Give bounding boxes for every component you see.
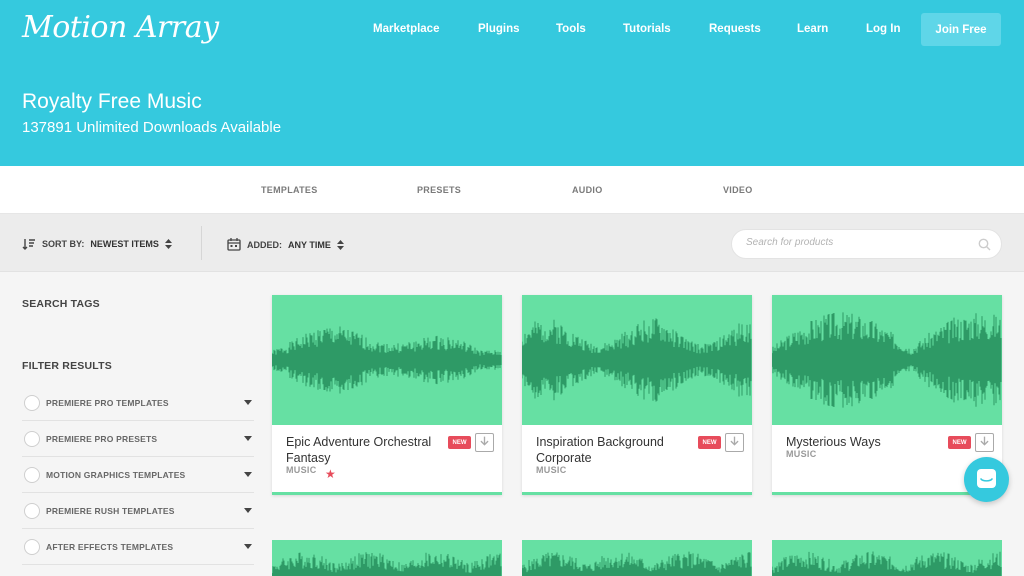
page-subtitle: 137891 Unlimited Downloads Available xyxy=(22,119,282,136)
download-icon[interactable] xyxy=(475,433,494,452)
chat-button[interactable] xyxy=(964,457,1009,502)
sort-dropdown[interactable]: SORT BY: NEWEST ITEMS xyxy=(22,238,172,250)
nav-plugins[interactable]: Plugins xyxy=(478,23,520,35)
tab-presets[interactable]: PRESETS xyxy=(417,185,461,195)
category-tabs: TEMPLATES PRESETS AUDIO VIDEO xyxy=(0,166,1024,214)
sort-label: SORT BY: xyxy=(42,239,85,249)
nav-requests[interactable]: Requests xyxy=(709,23,761,35)
waveform-graphic xyxy=(771,312,1002,408)
chevron-down-icon[interactable] xyxy=(244,472,252,477)
waveform-thumbnail[interactable] xyxy=(521,295,752,425)
radio-button[interactable] xyxy=(24,430,40,447)
waveform-thumbnail[interactable] xyxy=(771,295,1002,425)
added-label: ADDED: xyxy=(247,239,282,250)
sort-icon xyxy=(22,239,35,250)
added-dropdown[interactable]: ADDED: ANY TIME xyxy=(227,238,344,251)
filter-label: PREMIERE RUSH TEMPLATES xyxy=(46,505,175,516)
tab-templates[interactable]: TEMPLATES xyxy=(261,185,318,195)
added-value: ANY TIME xyxy=(288,239,331,250)
tab-audio[interactable]: AUDIO xyxy=(572,185,603,195)
nav-marketplace[interactable]: Marketplace xyxy=(373,23,439,35)
product-card[interactable]: Epic Adventure Orchestral Fantasy MUSIC … xyxy=(271,295,502,495)
tab-video[interactable]: VIDEO xyxy=(723,185,753,195)
calendar-icon xyxy=(227,238,241,251)
new-badge: NEW xyxy=(448,436,471,449)
chevron-down-icon[interactable] xyxy=(244,400,252,405)
filter-premiere-pro-presets[interactable]: PREMIERE PRO PRESETS xyxy=(22,421,254,457)
filter-label: PREMIERE PRO TEMPLATES xyxy=(46,397,169,408)
card-title[interactable]: Epic Adventure Orchestral Fantasy xyxy=(286,434,446,466)
new-badge: NEW xyxy=(948,436,971,449)
chevron-down-icon[interactable] xyxy=(244,508,252,513)
filter-label: MOTION GRAPHICS TEMPLATES xyxy=(46,469,186,480)
updown-icon xyxy=(336,239,344,250)
waveform-graphic xyxy=(771,551,1002,576)
nav-tools[interactable]: Tools xyxy=(556,23,586,35)
join-free-button[interactable]: Join Free xyxy=(921,13,1001,46)
logo[interactable]: Motion Array xyxy=(22,10,219,45)
waveform-graphic xyxy=(521,551,752,576)
filter-after-effects-templates[interactable]: AFTER EFFECTS TEMPLATES xyxy=(22,529,254,565)
filter-motion-graphics-templates[interactable]: MOTION GRAPHICS TEMPLATES xyxy=(22,457,254,493)
radio-button[interactable] xyxy=(24,538,40,555)
hero-header: Motion Array Marketplace Plugins Tools T… xyxy=(0,0,1024,166)
waveform-graphic xyxy=(521,318,752,402)
filter-premiere-rush-templates[interactable]: PREMIERE RUSH TEMPLATES xyxy=(22,493,254,529)
chat-icon xyxy=(977,469,996,488)
new-badge: NEW xyxy=(698,436,721,449)
search-input[interactable] xyxy=(746,237,966,248)
card-category: MUSIC xyxy=(536,465,567,475)
nav-login[interactable]: Log In xyxy=(866,23,901,35)
filter-label: PREMIERE PRO PRESETS xyxy=(46,433,158,444)
nav-learn[interactable]: Learn xyxy=(797,23,828,35)
search-box xyxy=(731,229,1002,259)
waveform-graphic xyxy=(271,326,502,394)
sort-value: NEWEST ITEMS xyxy=(90,239,159,249)
card-accent-line xyxy=(522,492,752,495)
filter-premiere-pro-templates[interactable]: PREMIERE PRO TEMPLATES xyxy=(22,385,254,421)
card-category: MUSIC xyxy=(286,465,317,475)
radio-button[interactable] xyxy=(24,502,40,519)
search-tags-heading[interactable]: SEARCH TAGS xyxy=(22,298,100,310)
download-icon[interactable] xyxy=(975,433,994,452)
radio-button[interactable] xyxy=(24,394,40,411)
card-category: MUSIC xyxy=(786,449,817,459)
product-card[interactable] xyxy=(771,540,1002,576)
star-icon[interactable]: ★ xyxy=(325,467,336,481)
updown-icon xyxy=(164,239,172,249)
card-title[interactable]: Mysterious Ways xyxy=(786,434,946,450)
radio-button[interactable] xyxy=(24,466,40,483)
filter-results-heading: FILTER RESULTS xyxy=(22,360,112,372)
product-card[interactable] xyxy=(521,540,752,576)
page-title: Royalty Free Music xyxy=(22,90,202,113)
nav-tutorials[interactable]: Tutorials xyxy=(623,23,671,35)
product-card[interactable] xyxy=(271,540,502,576)
product-card[interactable]: Inspiration Background Corporate MUSIC N… xyxy=(521,295,752,495)
filter-label: AFTER EFFECTS TEMPLATES xyxy=(46,541,174,552)
download-icon[interactable] xyxy=(725,433,744,452)
card-accent-line xyxy=(272,492,502,495)
search-icon[interactable] xyxy=(978,238,991,251)
waveform-graphic xyxy=(271,552,502,576)
chevron-down-icon[interactable] xyxy=(244,544,252,549)
card-title[interactable]: Inspiration Background Corporate xyxy=(536,434,696,466)
divider xyxy=(201,226,202,260)
chevron-down-icon[interactable] xyxy=(244,436,252,441)
waveform-thumbnail[interactable] xyxy=(271,295,502,425)
